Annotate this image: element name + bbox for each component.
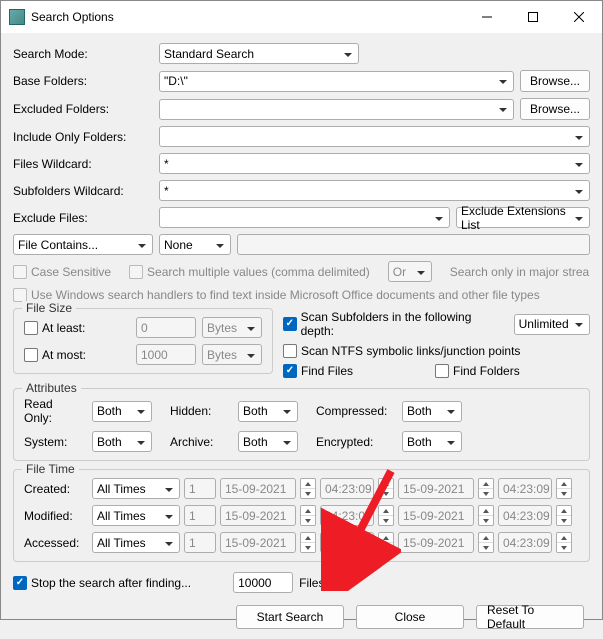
major-streams-label: Search only in major strea xyxy=(450,265,590,279)
created-count[interactable]: 1 xyxy=(184,478,216,499)
label-created: Created: xyxy=(24,482,88,496)
label-modified: Modified: xyxy=(24,509,88,523)
modified-time2[interactable]: 04:23:09 xyxy=(498,505,552,526)
accessed-mode-select[interactable]: All Times xyxy=(92,532,180,553)
start-search-button[interactable]: Start Search xyxy=(236,605,344,629)
find-files-checkbox[interactable]: Find Files xyxy=(283,364,353,378)
window-title: Search Options xyxy=(31,10,464,24)
stop-after-checkbox[interactable]: Stop the search after finding... xyxy=(13,576,191,590)
modified-time2-spin[interactable] xyxy=(556,505,572,526)
close-window-button[interactable] xyxy=(556,1,602,33)
created-date2-spin[interactable] xyxy=(478,478,494,499)
accessed-time2-spin[interactable] xyxy=(556,532,572,553)
modified-date2[interactable]: 15-09-2021 xyxy=(398,505,474,526)
exclude-files-select[interactable] xyxy=(159,207,450,228)
accessed-time2[interactable]: 04:23:09 xyxy=(498,532,552,553)
accessed-time1-spin[interactable] xyxy=(378,532,394,553)
label-search-mode: Search Mode: xyxy=(13,47,153,61)
at-least-unit-select[interactable]: Bytes xyxy=(202,317,262,338)
created-time2-spin[interactable] xyxy=(556,478,572,499)
accessed-date1[interactable]: 15-09-2021 xyxy=(220,532,296,553)
created-date2[interactable]: 15-09-2021 xyxy=(398,478,474,499)
stop-after-input[interactable]: 10000 xyxy=(233,572,293,593)
include-only-select[interactable] xyxy=(159,126,590,147)
file-contains-input[interactable] xyxy=(237,234,590,255)
hidden-select[interactable]: Both xyxy=(238,401,298,422)
file-contains-mode-select[interactable]: None xyxy=(159,234,231,255)
browse-base-button[interactable]: Browse... xyxy=(520,70,590,92)
find-folders-checkbox[interactable]: Find Folders xyxy=(435,364,520,378)
created-time1-spin[interactable] xyxy=(378,478,394,499)
read-only-select[interactable]: Both xyxy=(92,401,152,422)
label-exclude-files: Exclude Files: xyxy=(13,211,153,225)
accessed-date1-spin[interactable] xyxy=(300,532,316,553)
titlebar: Search Options xyxy=(1,1,602,33)
at-most-input[interactable]: 1000 xyxy=(136,344,196,365)
label-system: System: xyxy=(24,435,84,449)
modified-time1-spin[interactable] xyxy=(378,505,394,526)
at-most-unit-select[interactable]: Bytes xyxy=(202,344,262,365)
scan-ntfs-checkbox[interactable]: Scan NTFS symbolic links/junction points xyxy=(283,344,520,358)
close-button[interactable]: Close xyxy=(356,605,464,629)
win-handlers-checkbox[interactable]: Use Windows search handlers to find text… xyxy=(13,288,540,302)
accessed-date2[interactable]: 15-09-2021 xyxy=(398,532,474,553)
modified-time1[interactable]: 04:23:09 xyxy=(320,505,374,526)
created-mode-select[interactable]: All Times xyxy=(92,478,180,499)
accessed-date2-spin[interactable] xyxy=(478,532,494,553)
exclude-extensions-select[interactable]: Exclude Extensions List xyxy=(456,207,590,228)
label-include-only: Include Only Folders: xyxy=(13,130,153,144)
or-select[interactable]: Or xyxy=(388,261,432,282)
scan-depth-select[interactable]: Unlimited xyxy=(514,314,590,335)
at-least-input[interactable]: 0 xyxy=(136,317,196,338)
created-date1-spin[interactable] xyxy=(300,478,316,499)
modified-date2-spin[interactable] xyxy=(478,505,494,526)
scan-subfolders-checkbox[interactable]: Scan Subfolders in the following depth: xyxy=(283,310,502,338)
browse-excluded-button[interactable]: Browse... xyxy=(520,98,590,120)
encrypted-select[interactable]: Both xyxy=(402,431,462,452)
reset-default-button[interactable]: Reset To Default xyxy=(476,605,584,629)
modified-date1[interactable]: 15-09-2021 xyxy=(220,505,296,526)
at-most-checkbox[interactable]: At most: xyxy=(24,348,86,362)
app-icon xyxy=(9,9,25,25)
file-size-legend: File Size xyxy=(22,301,76,315)
attributes-legend: Attributes xyxy=(22,381,81,395)
accessed-time1[interactable]: 04:23:09 xyxy=(320,532,374,553)
file-time-legend: File Time xyxy=(22,462,79,476)
file-contains-select[interactable]: File Contains... xyxy=(13,234,153,255)
base-folders-select[interactable]: "D:\" xyxy=(159,71,514,92)
system-select[interactable]: Both xyxy=(92,431,152,452)
label-archive: Archive: xyxy=(170,435,230,449)
stop-after-unit: Files xyxy=(299,576,324,590)
label-base-folders: Base Folders: xyxy=(13,74,153,88)
excluded-folders-select[interactable] xyxy=(159,99,514,120)
modified-date1-spin[interactable] xyxy=(300,505,316,526)
label-hidden: Hidden: xyxy=(170,404,230,418)
label-encrypted: Encrypted: xyxy=(316,435,394,449)
maximize-button[interactable] xyxy=(510,1,556,33)
created-time2[interactable]: 04:23:09 xyxy=(498,478,552,499)
created-time1[interactable]: 04:23:09 xyxy=(320,478,374,499)
label-files-wildcard: Files Wildcard: xyxy=(13,157,153,171)
label-subfolders-wildcard: Subfolders Wildcard: xyxy=(13,184,153,198)
multi-values-checkbox[interactable]: Search multiple values (comma delimited) xyxy=(129,265,370,279)
accessed-count[interactable]: 1 xyxy=(184,532,216,553)
label-accessed: Accessed: xyxy=(24,536,88,550)
label-read-only: Read Only: xyxy=(24,397,84,425)
search-mode-select[interactable]: Standard Search xyxy=(159,43,359,64)
files-wildcard-select[interactable]: * xyxy=(159,153,590,174)
modified-mode-select[interactable]: All Times xyxy=(92,505,180,526)
minimize-button[interactable] xyxy=(464,1,510,33)
label-excluded-folders: Excluded Folders: xyxy=(13,102,153,116)
modified-count[interactable]: 1 xyxy=(184,505,216,526)
at-least-checkbox[interactable]: At least: xyxy=(24,321,85,335)
label-compressed: Compressed: xyxy=(316,404,394,418)
created-date1[interactable]: 15-09-2021 xyxy=(220,478,296,499)
archive-select[interactable]: Both xyxy=(238,431,298,452)
compressed-select[interactable]: Both xyxy=(402,401,462,422)
case-sensitive-checkbox[interactable]: Case Sensitive xyxy=(13,265,111,279)
subfolders-wildcard-select[interactable]: * xyxy=(159,180,590,201)
